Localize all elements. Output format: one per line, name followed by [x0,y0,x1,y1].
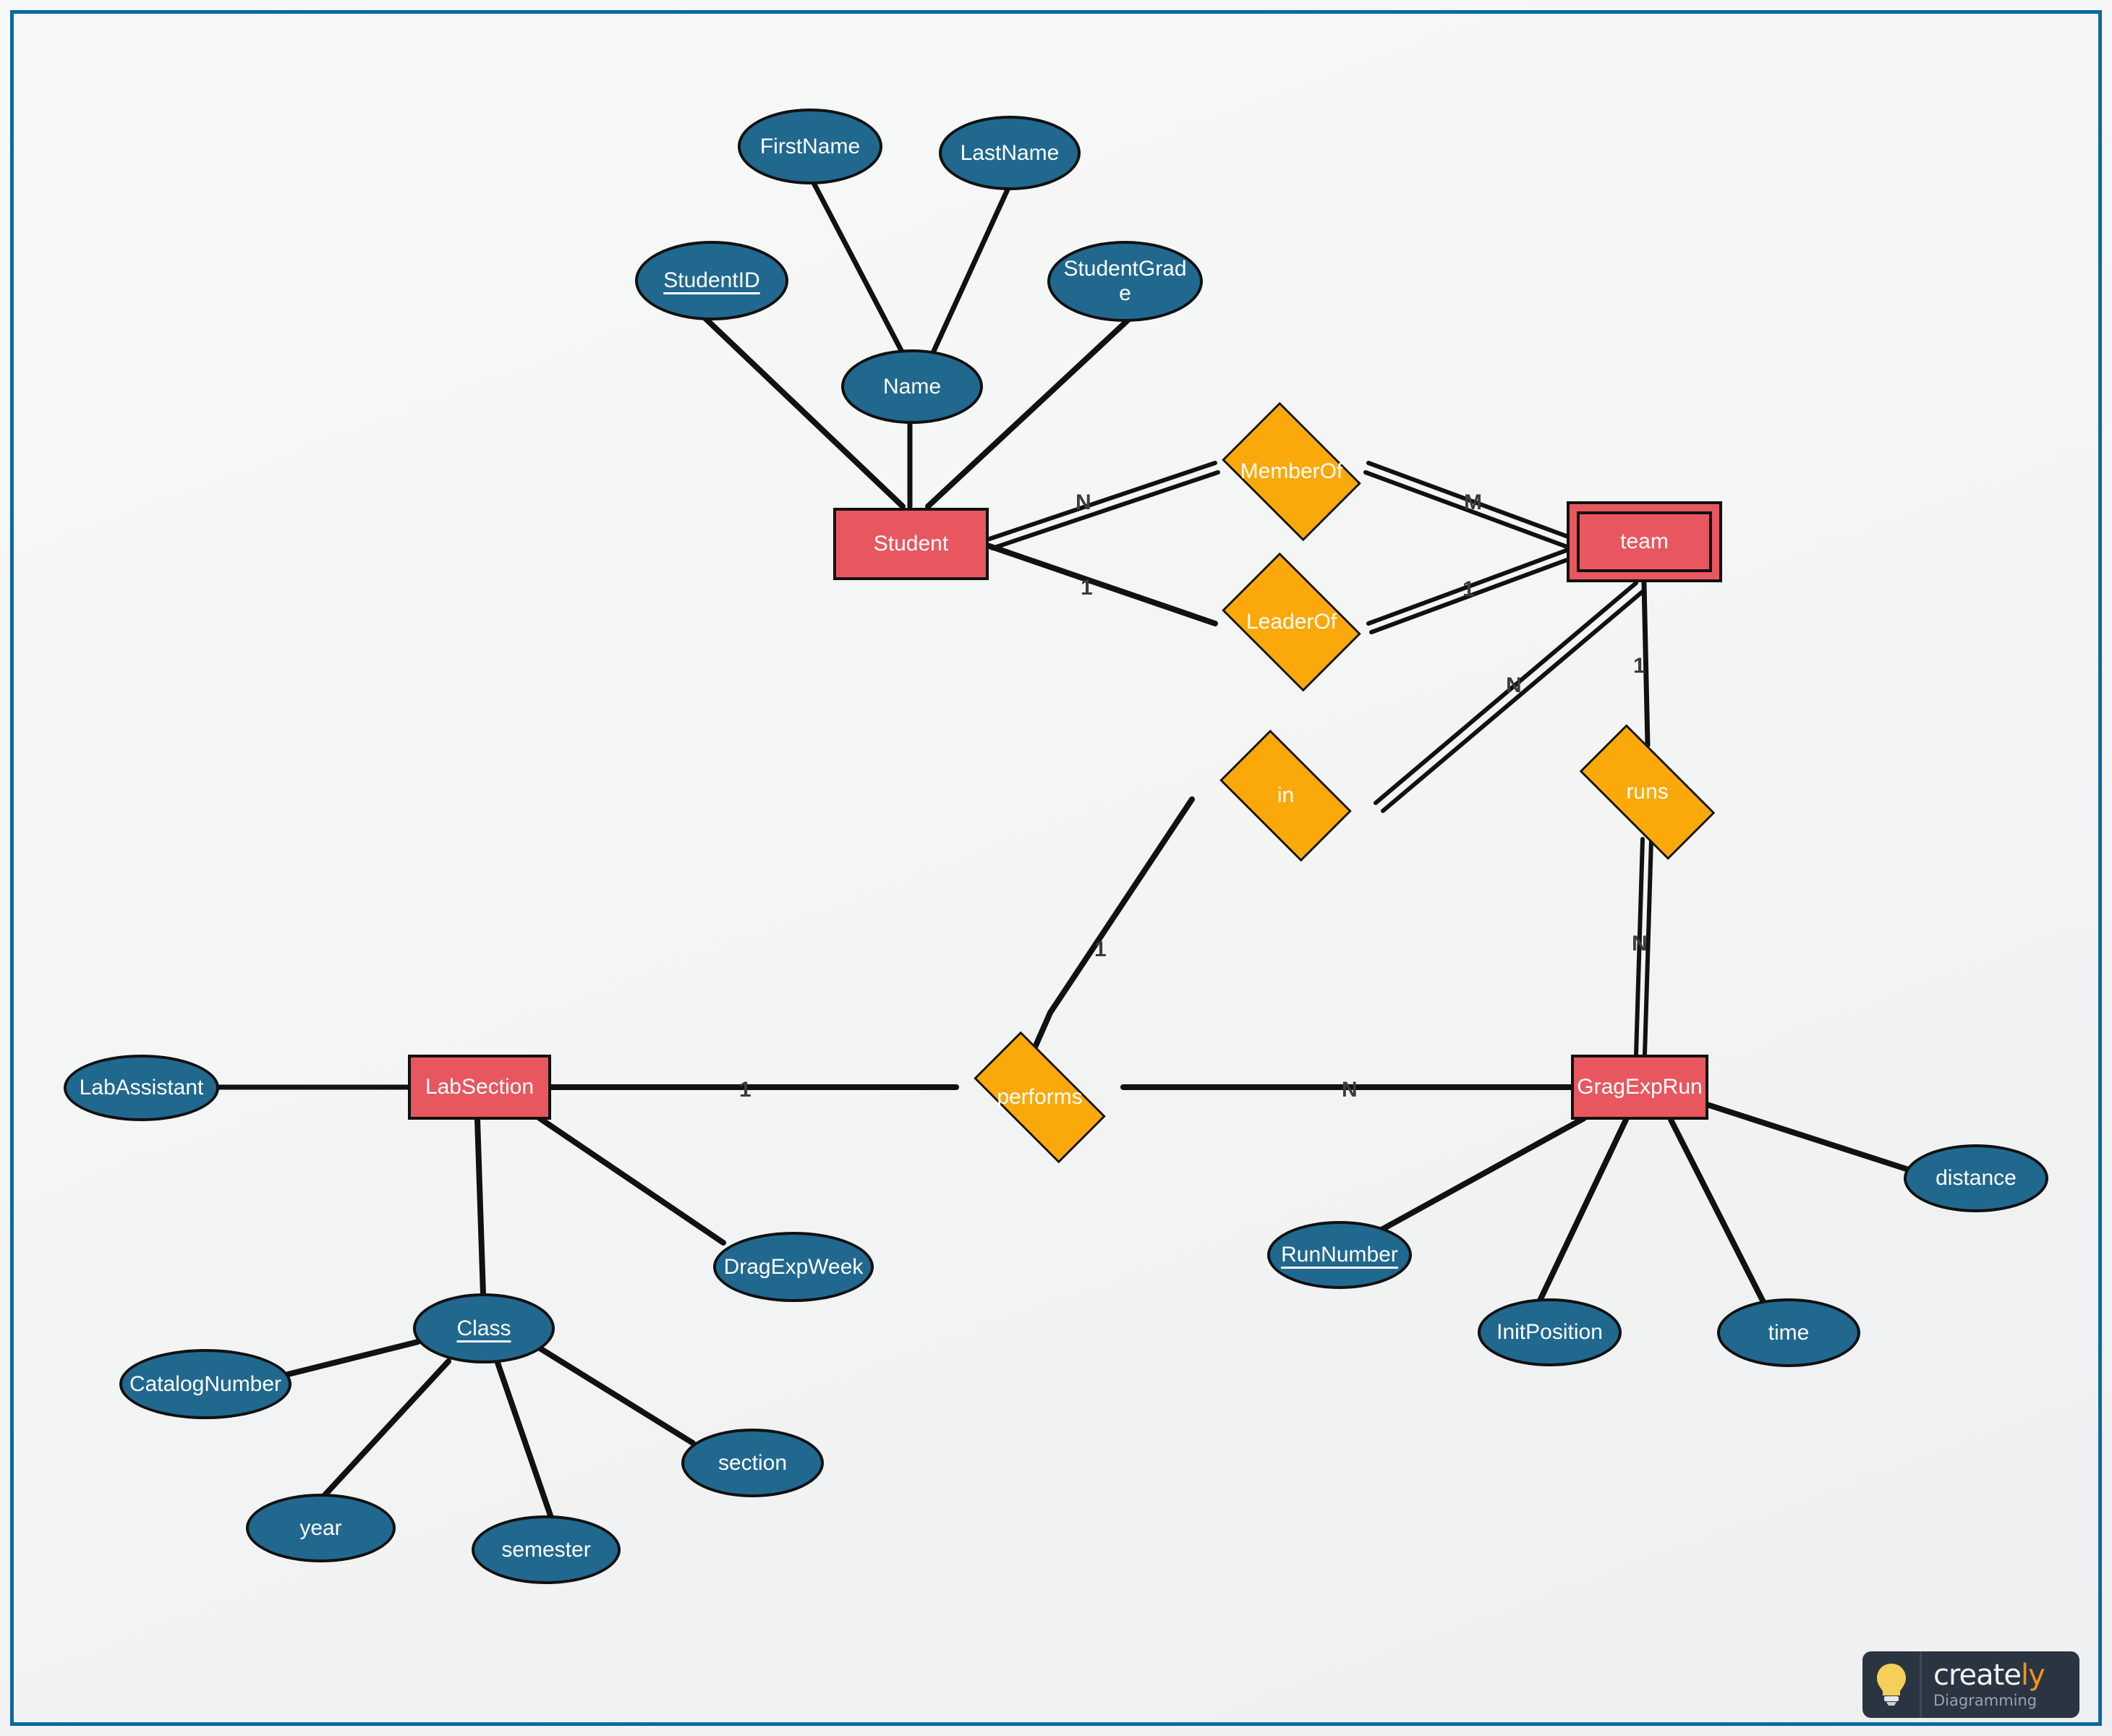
entity-gragexprun[interactable]: GragExpRun [1571,1055,1708,1120]
attribute-distance[interactable]: distance [1904,1144,2048,1212]
attribute-labassistant-label: LabAssistant [79,1076,204,1100]
er-diagram-canvas: Student team LabSection GragExpRun Membe… [0,0,2112,1736]
attribute-initposition-label: InitPosition [1496,1320,1603,1345]
attribute-lastname[interactable]: LastName [939,116,1081,190]
cardinality-leaderof-team: 1 [1462,577,1475,601]
creately-brand-accent: ly [2020,1659,2045,1692]
cardinality-memberof-team: M [1464,490,1482,514]
cardinality-runs-run: N [1632,932,1648,956]
relationship-runs-label: runs [1626,780,1669,804]
cardinality-runs-team: 1 [1633,654,1645,678]
attribute-catalognumber[interactable]: CatalogNumber [119,1349,291,1419]
attribute-studentgrade-label: StudentGrad e [1063,257,1186,305]
attribute-studentid-label: StudentID [663,268,760,293]
attribute-runnumber[interactable]: RunNumber [1267,1221,1412,1289]
edge-run-runnumber [1379,1115,1587,1233]
attribute-studentgrade[interactable]: StudentGrad e [1047,241,1203,322]
relationship-in[interactable]: in [1204,729,1367,862]
attribute-section-label: section [718,1450,788,1475]
attribute-name[interactable]: Name [841,349,983,424]
attribute-firstname-label: FirstName [759,134,861,158]
attribute-studentid[interactable]: StudentID [635,241,788,320]
attribute-initposition[interactable]: InitPosition [1478,1298,1622,1366]
edge-student-memberof-b [990,470,1220,550]
edge-run-time [1668,1117,1766,1305]
entity-gragexprun-label: GragExpRun [1577,1075,1703,1099]
relationship-performs[interactable]: performs [955,1031,1125,1164]
edge-class-section [532,1343,696,1446]
cardinality-in-labsection: 1 [1094,937,1107,961]
attribute-semester[interactable]: semester [472,1515,621,1584]
creately-watermark[interactable]: creately Diagramming [1862,1651,2079,1718]
attribute-section[interactable]: section [681,1429,824,1497]
attribute-catalognumber-label: CatalogNumber [129,1371,282,1396]
relationship-memberof-label: MemberOf [1240,459,1343,484]
attribute-dragexpweek-label: DragExpWeek [723,1254,864,1279]
creately-wordmark: creately Diagramming [1922,1661,2079,1709]
lightbulb-cell [1862,1651,1922,1718]
attribute-class-label: Class [456,1316,511,1340]
lightbulb-icon [1876,1664,1906,1706]
creately-tagline: Diagramming [1933,1692,2038,1709]
attribute-labassistant[interactable]: LabAssistant [64,1055,219,1121]
entity-student-label: Student [873,532,949,556]
attribute-class[interactable]: Class [413,1293,555,1363]
attribute-runnumber-label: RunNumber [1281,1243,1398,1267]
entity-team-inner-border: team [1577,511,1712,572]
relationship-memberof[interactable]: MemberOf [1210,401,1373,542]
edge-run-initposition [1536,1117,1629,1305]
cardinality-performs-run: N [1342,1078,1358,1102]
attribute-distance-label: distance [1936,1166,2017,1191]
creately-brand-main: create [1933,1659,2022,1692]
cardinality-memberof-student: N [1076,490,1091,514]
edge-labsection-dragexpweek [537,1115,726,1246]
edge-run-distance [1704,1102,1918,1175]
attribute-studentgrade-line1: StudentGrad [1063,257,1187,281]
creately-brand: creately [1933,1661,2079,1690]
attribute-year[interactable]: year [246,1494,396,1562]
relationship-in-label: in [1277,783,1295,808]
entity-labsection-label: LabSection [425,1075,535,1099]
entity-team-label: team [1620,529,1669,554]
entity-team[interactable]: team [1567,501,1722,582]
attribute-semester-label: semester [501,1537,591,1562]
attribute-dragexpweek[interactable]: DragExpWeek [713,1232,874,1302]
relationship-leaderof-label: LeaderOf [1246,610,1337,634]
attribute-firstname[interactable]: FirstName [738,109,882,184]
entity-student[interactable]: Student [833,508,989,580]
edge-student-memberof-a [987,461,1217,541]
edge-class-year [321,1358,451,1499]
edge-class-catalognumber [285,1339,421,1377]
entity-labsection[interactable]: LabSection [408,1055,551,1120]
attribute-name-label: Name [882,374,942,399]
edge-class-semester [495,1360,554,1520]
attribute-year-label: year [299,1515,342,1540]
relationship-runs[interactable]: runs [1559,724,1736,860]
edge-student-leaderof [987,543,1218,626]
relationship-performs-label: performs [997,1085,1083,1110]
relationship-leaderof[interactable]: LeaderOf [1210,552,1373,692]
edge-lastname-name [929,187,1010,359]
cardinality-in-team: N [1506,673,1522,697]
edge-in-labsection [1031,796,1195,1052]
attribute-lastname-label: LastName [960,140,1060,165]
attribute-time-label: time [1768,1320,1810,1345]
cardinality-performs-lab: 1 [739,1078,751,1102]
edge-labsection-class [474,1117,486,1298]
connector-layer [214,180,1918,1520]
edge-firstname-name [811,180,907,359]
attribute-time[interactable]: time [1717,1298,1860,1367]
attribute-studentgrade-line2: e [1119,281,1131,305]
cardinality-leaderof-student: 1 [1081,576,1093,600]
